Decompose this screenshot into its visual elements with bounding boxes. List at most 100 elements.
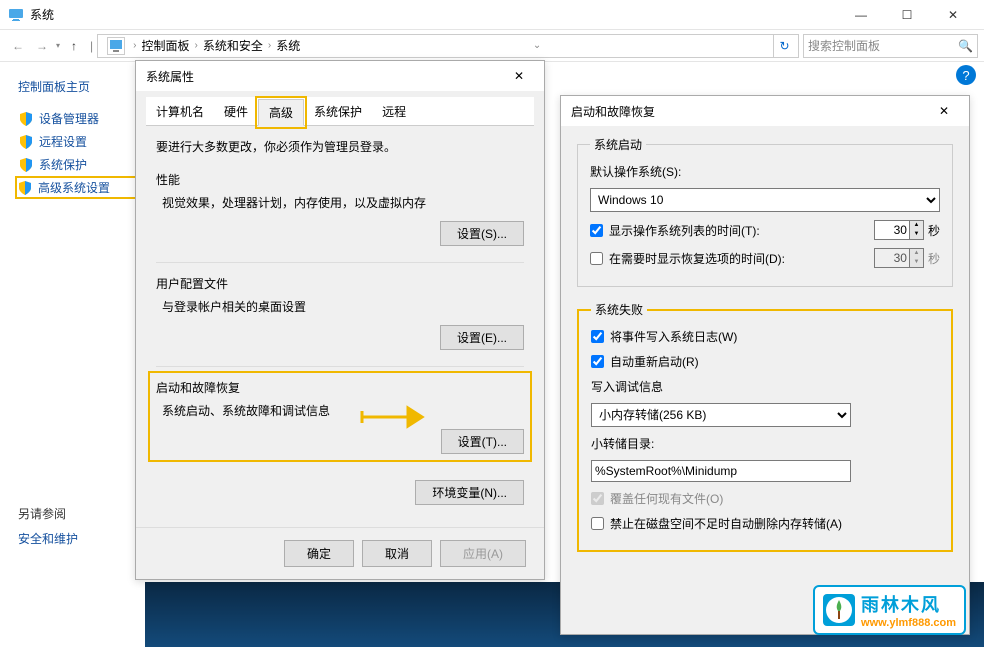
spinner-down-icon: ▼ [910,258,923,267]
system-properties-dialog: 系统属性 ✕ 计算机名 硬件 高级 系统保护 远程 要进行大多数更改，你必须作为… [135,60,545,580]
tab-hardware[interactable]: 硬件 [214,99,258,125]
environment-variables-button[interactable]: 环境变量(N)... [415,480,524,505]
sidebar-item-system-protection[interactable]: 系统保护 [18,153,137,176]
breadcrumb-item[interactable]: 系统和安全 [200,37,266,54]
startup-title: 启动和故障恢复 [156,379,524,396]
debug-info-label: 写入调试信息 [591,378,939,395]
recovery-options-label: 在需要时显示恢复选项的时间(D): [609,250,874,267]
dialog-titlebar: 启动和故障恢复 ✕ [561,96,969,126]
auto-restart-checkbox[interactable] [591,355,604,368]
up-button[interactable]: ↑ [62,34,86,58]
dialog-footer: 确定 取消 应用(A) [136,527,544,579]
forward-button[interactable]: → [30,34,54,58]
dialog-title: 系统属性 [146,68,194,85]
dialog-titlebar: 系统属性 ✕ [136,61,544,91]
admin-note: 要进行大多数更改，你必须作为管理员登录。 [156,138,524,155]
tab-system-protection[interactable]: 系统保护 [304,99,372,125]
apply-button[interactable]: 应用(A) [440,540,526,567]
ok-button[interactable]: 确定 [284,540,354,567]
chevron-right-icon: › [193,40,200,51]
tabs-bar: 计算机名 硬件 高级 系统保护 远程 [146,97,534,126]
sidebar: 控制面板主页 设备管理器 远程设置 系统保护 高级系统设置 另请参阅 安全和维护 [0,62,145,647]
overwrite-label: 覆盖任何现有文件(O) [610,490,723,507]
sidebar-item-remote-settings[interactable]: 远程设置 [18,130,137,153]
startup-settings-button[interactable]: 设置(T)... [441,429,524,454]
default-os-select[interactable]: Windows 10 [590,188,940,212]
back-button[interactable]: ← [6,34,30,58]
shield-icon [18,157,34,173]
breadcrumb-item[interactable]: 系统 [273,37,303,54]
fieldset-legend: 系统启动 [590,136,646,153]
spinner-up-icon[interactable]: ▲ [910,221,923,230]
close-button[interactable]: ✕ [930,0,976,30]
minimize-button[interactable]: — [838,0,884,30]
startup-recovery-dialog: 启动和故障恢复 ✕ 系统启动 默认操作系统(S): Windows 10 显示操… [560,95,970,635]
dialog-close-button[interactable]: ✕ [929,104,959,118]
dialog-title: 启动和故障恢复 [571,103,655,120]
watermark-url: www.ylmf888.com [861,617,956,629]
dump-directory-label: 小转储目录: [591,435,939,452]
sidebar-item-label: 设备管理器 [39,110,99,127]
startup-desc: 系统启动、系统故障和调试信息 [156,402,524,419]
sidebar-item-advanced-settings[interactable]: 高级系统设置 [15,176,137,199]
default-os-label: 默认操作系统(S): [590,163,940,180]
watermark-title: 雨林木风 [861,591,956,617]
time-unit: 秒 [928,222,940,239]
os-list-time-spinner[interactable]: ▲▼ 秒 [874,220,940,240]
profile-title: 用户配置文件 [156,275,524,292]
write-event-log-checkbox[interactable] [591,330,604,343]
shield-icon [18,134,34,150]
dialog-body: 要进行大多数更改，你必须作为管理员登录。 性能 视觉效果，处理器计划，内存使用，… [136,124,544,519]
overwrite-checkbox [591,492,604,505]
shield-icon [18,111,34,127]
recovery-options-checkbox[interactable] [590,252,603,265]
dialog-close-button[interactable]: ✕ [504,69,534,83]
cancel-button[interactable]: 取消 [362,540,432,567]
watermark-logo: 雨林木风 www.ylmf888.com [813,585,966,635]
show-os-list-label: 显示操作系统列表的时间(T): [609,222,874,239]
dump-directory-input[interactable] [591,460,851,482]
tab-remote[interactable]: 远程 [372,99,416,125]
search-placeholder: 搜索控制面板 [808,37,880,54]
profile-settings-button[interactable]: 设置(E)... [440,325,524,350]
maximize-button[interactable]: ☐ [884,0,930,30]
recovery-time-spinner: ▲▼ 秒 [874,248,940,268]
annotation-arrow-icon [360,404,430,430]
help-icon[interactable]: ? [956,65,976,85]
refresh-button[interactable]: ↻ [773,35,795,57]
tab-advanced[interactable]: 高级 [258,99,304,126]
sidebar-item-label: 高级系统设置 [38,179,110,196]
dialog-body: 系统启动 默认操作系统(S): Windows 10 显示操作系统列表的时间(T… [561,126,969,576]
spinner-up-icon: ▲ [910,249,923,258]
security-maintenance-link[interactable]: 安全和维护 [18,530,78,547]
sidebar-item-label: 系统保护 [39,156,87,173]
perf-settings-button[interactable]: 设置(S)... [440,221,524,246]
window-controls: — ☐ ✕ [838,0,976,30]
os-list-time-input[interactable] [874,220,910,240]
chevron-down-icon[interactable]: ⌄ [531,40,545,51]
startup-recovery-group: 启动和故障恢复 系统启动、系统故障和调试信息 设置(T)... [148,371,532,462]
tab-computer-name[interactable]: 计算机名 [146,99,214,125]
system-failure-fieldset: 系统失败 将事件写入系统日志(W) 自动重新启动(R) 写入调试信息 小内存转储… [577,301,953,552]
history-dropdown-icon[interactable]: ▾ [54,41,62,50]
sidebar-heading[interactable]: 控制面板主页 [18,78,137,95]
breadcrumb-item[interactable]: 控制面板 [138,37,192,54]
window-title: 系统 [30,6,838,23]
sidebar-item-label: 远程设置 [39,133,87,150]
recovery-time-input [874,248,910,268]
see-also-heading: 另请参阅 [18,505,78,522]
sidebar-item-device-manager[interactable]: 设备管理器 [18,107,137,130]
navigation-bar: ← → ▾ ↑ | › 控制面板 › 系统和安全 › 系统 ⌄ ↻ 搜索控制面板… [0,30,984,62]
search-input[interactable]: 搜索控制面板 🔍 [803,34,978,58]
profile-group: 用户配置文件 与登录帐户相关的桌面设置 设置(E)... [156,275,524,350]
control-panel-icon [107,37,125,55]
show-os-list-checkbox[interactable] [590,224,603,237]
search-icon[interactable]: 🔍 [958,39,973,53]
dump-type-select[interactable]: 小内存转储(256 KB) [591,403,851,427]
window-titlebar: 系统 — ☐ ✕ [0,0,984,30]
breadcrumb-bar[interactable]: › 控制面板 › 系统和安全 › 系统 ⌄ ↻ [97,34,799,58]
spinner-down-icon[interactable]: ▼ [910,230,923,239]
disable-auto-delete-checkbox[interactable] [591,517,604,530]
fieldset-legend: 系统失败 [591,301,647,318]
auto-restart-label: 自动重新启动(R) [610,353,699,370]
